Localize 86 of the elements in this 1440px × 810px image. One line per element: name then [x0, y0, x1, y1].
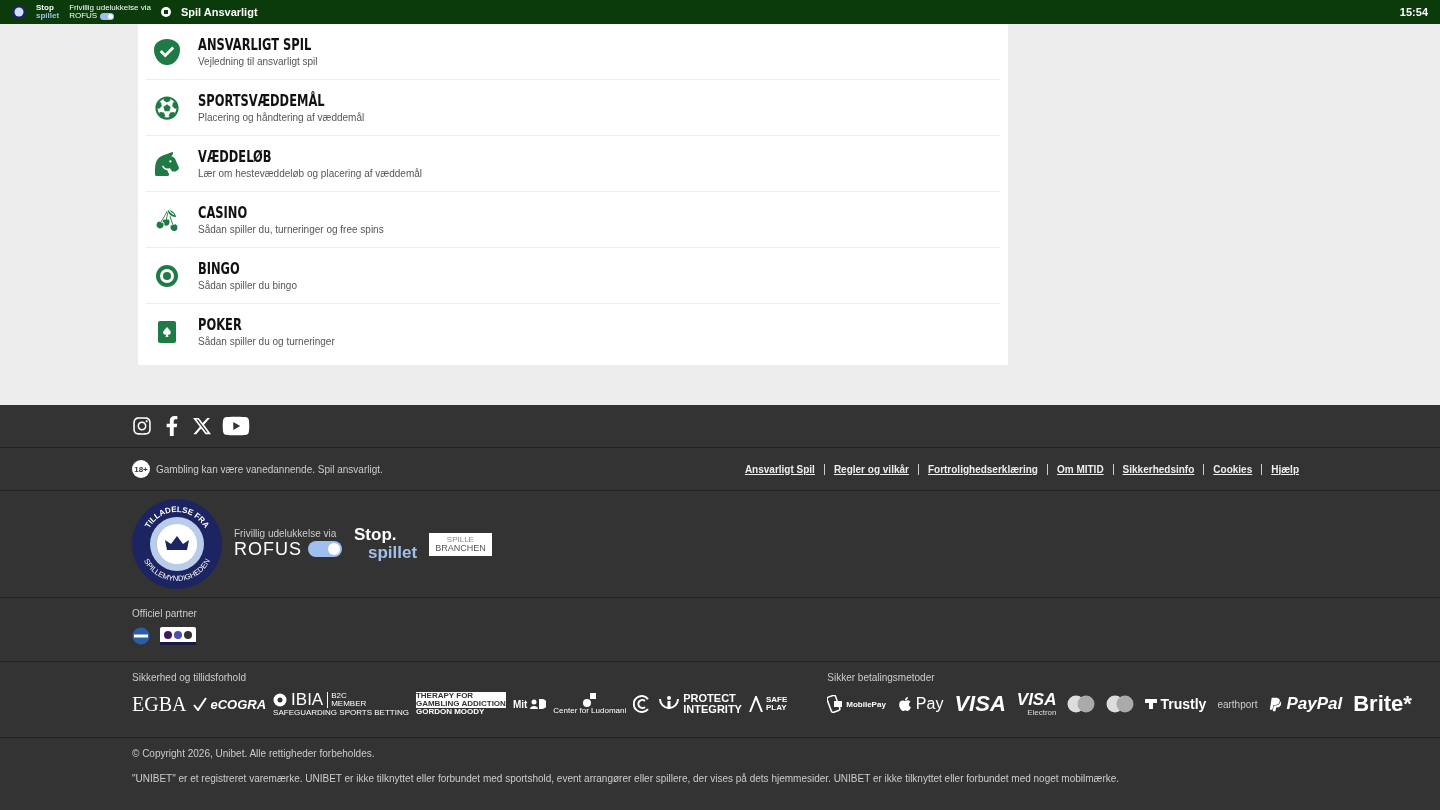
logo-text: Stop — [36, 4, 54, 12]
menu-item[interactable]: BINGO Sådan spiller du bingo — [146, 248, 1000, 304]
trademark-text: "UNIBET" er et registreret varemærke. UNIBET er ikke tilknyttet eller forbundet med sportshold, event arrangører eller spillere, der vises på dets hjemmesider. UNIBET er ikke tilknyttet eller forbundet med noget mobilmærke. — [132, 773, 1121, 784]
footer-link[interactable]: Fortrolighedserklæring — [917, 463, 1047, 475]
logo-text: Frivillig udelukkelse via — [69, 4, 151, 12]
logo-text: spillet — [36, 12, 60, 20]
logo-text: PLAY — [765, 704, 788, 713]
menu-item-title: POKER — [198, 316, 243, 334]
page-title: Spil Ansvarligt — [180, 6, 258, 18]
logo-text: Center for Ludomani — [553, 706, 627, 716]
logo-text: EGBA — [132, 692, 187, 716]
roof-icon — [748, 696, 763, 713]
logo-text: Mit — [512, 698, 528, 710]
toggle-icon — [100, 12, 115, 20]
bingo-ball-icon — [154, 262, 180, 289]
logo-text: GAMBLING ADDICTION — [415, 699, 506, 709]
logo-text: ROFUS — [234, 539, 302, 559]
apple-icon — [896, 696, 913, 713]
menu-item-subtitle: Lær om hestevæddeløb og placering af væddemål — [198, 168, 422, 179]
logo-text: GORDON MOODY — [415, 708, 486, 717]
footer-link[interactable]: Hjælp — [1261, 463, 1308, 475]
gambling-warning: Gambling kan være vanedannende. Spil ansvarligt. — [156, 463, 383, 475]
branchen-logo: SPILLE BRANCHEN — [429, 532, 492, 556]
menu-item-title: ANSVARLIGT SPIL — [198, 36, 312, 54]
menu-item[interactable]: SPORTSVÆDDEMÅL Placering og håndtering af væddemål — [146, 80, 1000, 136]
logo-text: eCOGRA — [210, 696, 267, 712]
footer-link[interactable]: Ansvarligt Spil — [735, 463, 824, 475]
menu-item-subtitle: Sådan spiller du, turneringer og free spins — [198, 224, 384, 235]
menu-item-title: BINGO — [198, 260, 241, 278]
menu-item[interactable]: ANSVARLIGT SPIL Vejledning til ansvarligt spil — [146, 24, 1000, 80]
overlapping-circles-icon — [1067, 695, 1096, 714]
c-emblem-icon — [633, 695, 652, 714]
footer-link[interactable]: Regler og vilkår — [823, 463, 918, 475]
logo-text: SAFE — [765, 695, 788, 705]
clock-time: 15:54 — [1399, 6, 1428, 18]
logo-text: Frivillig udelukkelse via — [234, 529, 338, 540]
logo-text: PayPal — [1286, 694, 1343, 715]
footer-link[interactable]: Sikkerhedsinfo — [1112, 463, 1204, 475]
logo-text: THERAPY FOR — [415, 691, 506, 700]
phone-icon — [827, 695, 844, 714]
logo-text: MobilePay — [846, 699, 886, 709]
overlapping-circles-icon — [1106, 695, 1135, 714]
menu-item[interactable]: CASINO Sådan spiller du, turneringer og free spins — [146, 192, 1000, 248]
x-icon[interactable] — [192, 416, 212, 436]
toggle-icon — [308, 541, 342, 558]
footer-link[interactable]: Cookies — [1203, 463, 1262, 475]
logo-text: SAFEGUARDING SPORTS BETTING — [273, 708, 409, 718]
paypal-icon — [1268, 696, 1284, 712]
logo-text: Electron — [1027, 708, 1057, 718]
checkmark-icon — [193, 697, 208, 712]
logo-text: IBIA — [291, 691, 324, 709]
menu-item-title: SPORTSVÆDDEMÅL — [198, 92, 326, 110]
logo-text: B2C MEMBER — [327, 691, 370, 709]
horse-head-icon — [154, 150, 180, 177]
age-badge: 18+ — [132, 460, 150, 478]
t-mark-icon — [1145, 699, 1158, 710]
logo-text: Pay — [915, 695, 944, 714]
copyright-text: © Copyright 2026, Unibet. Alle rettigheder forbeholdes. — [132, 748, 376, 759]
menu-item[interactable]: POKER Sådan spiller du og turneringer — [146, 304, 1000, 359]
logo-text: PROTECT — [683, 692, 737, 705]
logo-text: INTEGRITY — [683, 704, 742, 716]
logo-text: spillet — [367, 544, 418, 562]
footer-link[interactable]: Om MITID — [1046, 463, 1113, 475]
logo-text: earthport — [1217, 698, 1258, 710]
menu-item-subtitle: Vejledning til ansvarligt spil — [198, 56, 319, 67]
security-heading: Sikkerhed og tillidsforhold — [132, 672, 247, 683]
payment-heading: Sikker betalingsmetoder — [827, 672, 936, 683]
logo-text: VISA — [1016, 691, 1057, 709]
menu-item-subtitle: Placering og håndtering af væddemål — [198, 112, 365, 123]
menu-item-title: VÆDDELØB — [198, 148, 273, 166]
logo-text: Brite* — [1353, 691, 1412, 718]
squares-icon — [581, 692, 598, 707]
logo-text: Stop. — [354, 526, 398, 544]
league-logos-icon — [160, 627, 196, 645]
instagram-icon[interactable] — [132, 416, 152, 436]
logo-text: VISA — [954, 691, 1006, 718]
partner-heading: Officiel partner — [132, 608, 198, 619]
menu-item-title: CASINO — [198, 204, 249, 222]
menu-item-subtitle: Sådan spiller du bingo — [198, 280, 297, 291]
ball-icon — [273, 692, 288, 707]
check-icon — [154, 38, 180, 65]
logo-text: ROFUS — [69, 12, 98, 20]
id-icon — [530, 699, 547, 710]
menu-item-subtitle: Sådan spiller du og turneringer — [198, 336, 335, 347]
logo-text: Trustly — [1160, 696, 1207, 713]
menu-item[interactable]: VÆDDELØB Lær om hestevæddeløb og placering af væddemål — [146, 136, 1000, 192]
